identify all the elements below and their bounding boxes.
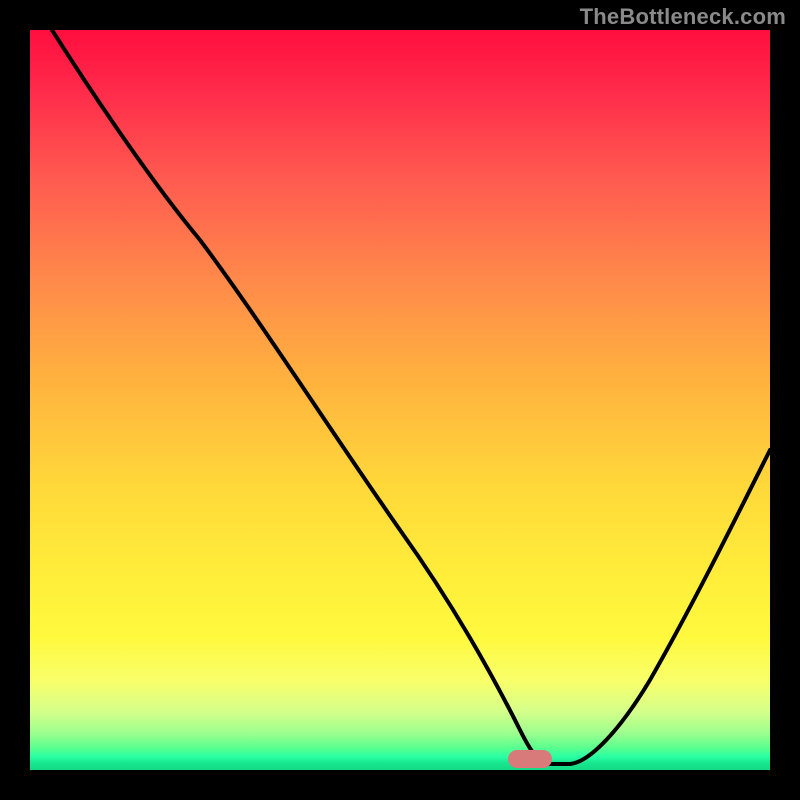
watermark-text: TheBottleneck.com [580,4,786,30]
plot-area [30,30,770,770]
curve-svg [30,30,770,770]
chart-frame: TheBottleneck.com [0,0,800,800]
bottleneck-curve-path [52,30,770,764]
optimal-marker [508,750,552,768]
